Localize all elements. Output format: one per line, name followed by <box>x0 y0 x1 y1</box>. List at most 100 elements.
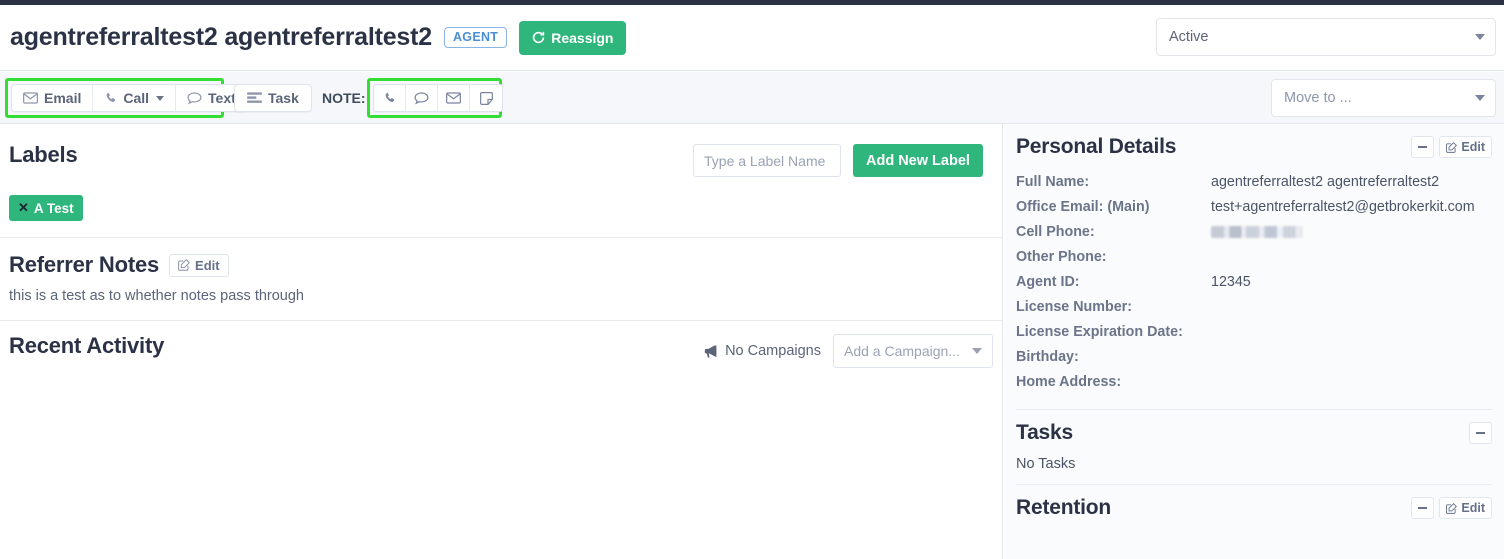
personal-details-actions: Edit <box>1411 136 1492 158</box>
task-button[interactable]: Task <box>234 84 312 112</box>
personal-details-collapse-button[interactable] <box>1411 136 1435 158</box>
crm-contact-page: agentreferraltest2 agentreferraltest2 AG… <box>0 0 1504 559</box>
detail-value-redacted <box>1211 220 1303 245</box>
referrer-notes-edit-button[interactable]: Edit <box>169 253 229 277</box>
add-campaign-value: Add a Campaign... <box>844 343 960 359</box>
retention-edit-button[interactable]: Edit <box>1439 497 1492 519</box>
status-select[interactable]: Active <box>1156 18 1496 56</box>
pencil-square-icon <box>1446 141 1458 153</box>
referrer-notes-title: Referrer Notes <box>9 252 160 277</box>
status-select-wrap: Active <box>1156 18 1496 56</box>
label-name-input[interactable] <box>693 144 841 177</box>
task-list-icon <box>247 92 262 104</box>
referrer-notes-body: this is a test as to whether notes pass … <box>9 288 304 304</box>
envelope-icon <box>23 92 38 104</box>
detail-row: Cell Phone: <box>1016 220 1492 245</box>
comment-icon <box>187 91 202 105</box>
detail-row: Full Name: agentreferraltest2 agentrefer… <box>1016 170 1492 195</box>
add-new-label-button[interactable]: Add New Label <box>853 144 983 177</box>
tasks-header: Tasks <box>1016 410 1492 456</box>
comment-icon <box>414 91 429 105</box>
reassign-button[interactable]: Reassign <box>519 20 627 55</box>
reassign-label: Reassign <box>551 29 614 46</box>
chevron-down-icon <box>1475 34 1485 40</box>
personal-details-header: Personal Details Edit <box>1016 124 1492 170</box>
recent-activity-section: Recent Activity No Campaigns Add a Campa… <box>0 321 1002 559</box>
detail-value: 12345 <box>1211 274 1251 290</box>
note-email-button[interactable] <box>438 85 470 111</box>
labels-title: Labels <box>9 142 78 167</box>
text-label: Text <box>208 90 236 106</box>
note-label: NOTE: <box>322 90 366 106</box>
note-icon-group <box>373 84 503 112</box>
detail-key: License Expiration Date: <box>1016 324 1183 340</box>
retention-collapse-button[interactable] <box>1411 497 1435 519</box>
sidebar: Personal Details Edit Full Name: agentre… <box>1004 124 1504 559</box>
labels-section: Labels Add New Label ✕ A Test <box>0 124 1002 238</box>
call-label: Call <box>123 90 150 106</box>
email-label: Email <box>44 90 82 106</box>
detail-row: Agent ID: 12345 <box>1016 270 1492 295</box>
pencil-square-icon <box>1446 502 1458 514</box>
detail-row: Other Phone: <box>1016 245 1492 270</box>
retention-title: Retention <box>1016 496 1112 519</box>
phone-icon <box>383 92 396 105</box>
close-icon[interactable]: ✕ <box>18 200 29 216</box>
note-comment-button[interactable] <box>406 85 438 111</box>
minus-icon <box>1418 146 1428 148</box>
label-chip[interactable]: ✕ A Test <box>9 195 83 221</box>
call-button[interactable]: Call <box>93 85 177 111</box>
tasks-collapse-button[interactable] <box>1469 422 1492 444</box>
email-button[interactable]: Email <box>12 85 94 111</box>
detail-row: Home Address: <box>1016 370 1492 395</box>
recent-activity-title: Recent Activity <box>9 333 165 358</box>
note-phone-button[interactable] <box>374 85 406 111</box>
no-campaigns-indicator: No Campaigns <box>704 343 821 359</box>
move-to-select-wrap: Move to ... <box>1271 79 1496 117</box>
header-left-group: agentreferraltest2 agentreferraltest2 AG… <box>0 20 627 55</box>
personal-details-title: Personal Details <box>1016 135 1177 158</box>
tasks-panel: Tasks No Tasks <box>1004 410 1504 484</box>
envelope-icon <box>446 92 461 104</box>
detail-row: License Expiration Date: <box>1016 320 1492 345</box>
megaphone-icon <box>704 344 719 358</box>
referrer-notes-header: Referrer Notes Edit <box>9 252 1002 278</box>
detail-key: Agent ID: <box>1016 274 1080 290</box>
no-campaigns-label: No Campaigns <box>725 343 821 359</box>
edit-label: Edit <box>1461 140 1485 154</box>
personal-details-list: Full Name: agentreferraltest2 agentrefer… <box>1016 170 1492 395</box>
referrer-notes-section: Referrer Notes Edit this is a test as to… <box>0 238 1002 321</box>
label-chip-text: A Test <box>33 200 74 216</box>
agent-type-badge: AGENT <box>443 26 508 49</box>
detail-key: Birthday: <box>1016 349 1079 365</box>
task-label: Task <box>268 90 299 106</box>
caret-down-icon <box>156 95 165 101</box>
action-toolbar: Email Call Text Task NOTE: Move to ... <box>0 72 1504 124</box>
note-sticky-button[interactable] <box>470 85 502 111</box>
label-chip-list: ✕ A Test <box>0 195 1002 237</box>
edit-label: Edit <box>195 257 220 273</box>
personal-details-edit-button[interactable]: Edit <box>1439 136 1492 158</box>
main-content: Labels Add New Label ✕ A Test Referrer N… <box>0 124 1003 559</box>
detail-key: Other Phone: <box>1016 249 1107 265</box>
move-to-select[interactable]: Move to ... <box>1271 79 1496 117</box>
detail-row: Office Email: (Main) test+agentreferralt… <box>1016 195 1492 220</box>
labels-header: Labels Add New Label <box>0 124 1002 195</box>
minus-icon <box>1476 432 1485 434</box>
minus-icon <box>1418 507 1428 509</box>
detail-key: Full Name: <box>1016 174 1090 190</box>
retention-actions: Edit <box>1411 497 1492 519</box>
page-header: agentreferraltest2 agentreferraltest2 AG… <box>0 5 1504 71</box>
chevron-down-icon <box>1475 95 1485 101</box>
tasks-actions <box>1469 422 1492 444</box>
detail-value: test+agentreferraltest2@getbrokerkit.com <box>1211 199 1475 215</box>
detail-key: Cell Phone: <box>1016 224 1095 240</box>
detail-key: License Number: <box>1016 299 1132 315</box>
detail-value: agentreferraltest2 agentreferraltest2 <box>1211 174 1440 190</box>
detail-key: Home Address: <box>1016 374 1122 390</box>
personal-details-panel: Personal Details Edit Full Name: agentre… <box>1004 124 1504 395</box>
detail-row: License Number: <box>1016 295 1492 320</box>
add-campaign-select[interactable]: Add a Campaign... <box>833 334 993 368</box>
redaction-block <box>1211 226 1303 239</box>
pencil-square-icon <box>178 259 191 271</box>
